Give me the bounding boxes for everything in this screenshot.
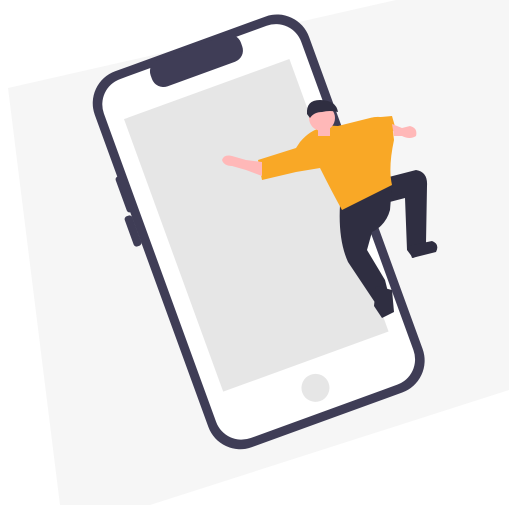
illustration-canvas [0,0,509,519]
phone-illustration [8,0,509,505]
